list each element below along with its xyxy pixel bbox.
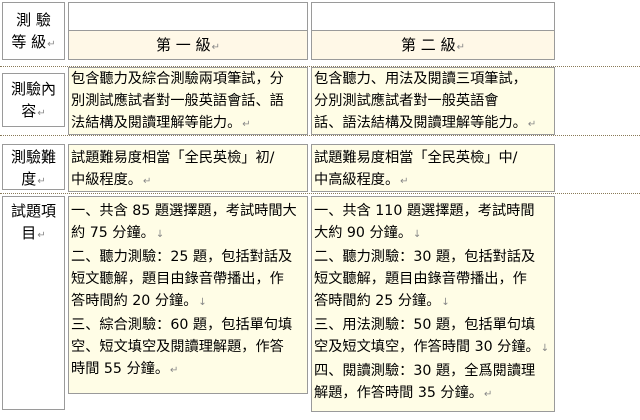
content-label-line1: 測驗內 xyxy=(10,80,56,98)
level2-difficulty-cell: 試題難易度相當「全民英檢」中/ 中高級程度。↵ xyxy=(311,144,555,192)
paragraph-mark: ↵ xyxy=(37,230,46,241)
level2-item-line: 大約 90 分鐘。↓ xyxy=(314,225,422,241)
level2-item-line: 解題，作答時間 35 分鐘。↵ xyxy=(314,385,493,401)
items-label-line1: 試題項 xyxy=(10,202,56,220)
level-label-line2: 等 級↵ xyxy=(11,33,56,51)
level1-item-line: 三、綜合測驗：60 題，包括單句填 xyxy=(71,317,293,333)
items-label-line2: 目↵ xyxy=(21,224,46,242)
level2-header-top xyxy=(311,2,555,30)
level1-items-cell: 一、共含 85 題選擇題，考試時間大 約 75 分鐘。↓ 二、聽力測驗：25 題… xyxy=(68,196,308,394)
level2-content-line: 分別測試應試者對一般英語會 xyxy=(314,93,499,109)
level1-item-line: 答時間約 20 分鐘。↓ xyxy=(71,293,207,309)
level2-content-cell: 包含聽力、用法及閱讀三項筆試， 分別測試應試者對一般英語會 話、語法結構及閱讀理… xyxy=(311,67,555,135)
content-label-cell: 測驗內 容↵ xyxy=(2,73,65,127)
paragraph-mark: ↵ xyxy=(142,176,152,187)
level1-header: 第 一 級 xyxy=(156,36,211,54)
paragraph-mark: ↵ xyxy=(527,119,537,130)
level2-item-line: 短文聽解，題目由錄音帶播出，作 xyxy=(314,271,527,287)
level2-item-line: 空及短文填空，作答時間 30 分鐘。↓ xyxy=(314,339,550,355)
row-separator xyxy=(0,135,640,136)
level1-header-cell: 第 一 級↵ xyxy=(68,30,308,60)
level1-difficulty-line: 中級程度。↵ xyxy=(71,172,152,188)
level1-header-top xyxy=(68,2,308,30)
level2-item-line: 三、用法測驗：50 題，包括單句填 xyxy=(314,317,536,333)
paragraph-mark: ↵ xyxy=(47,39,56,50)
difficulty-label-line2: 度↵ xyxy=(21,170,46,188)
line-break-mark: ↓ xyxy=(155,229,165,240)
level-label-cell: 測 驗 等 級↵ xyxy=(2,2,65,60)
paragraph-mark: ↵ xyxy=(456,42,465,53)
level2-content-line: 包含聽力、用法及閱讀三項筆試， xyxy=(314,71,527,87)
paragraph-mark: ↵ xyxy=(400,176,409,187)
paragraph-mark: ↵ xyxy=(170,365,179,376)
difficulty-label-cell: 測驗難 度↵ xyxy=(2,144,65,190)
paragraph-mark: ↵ xyxy=(242,119,251,130)
level1-item-line: 二、聽力測驗：25 題，包括對話及 xyxy=(71,249,293,265)
level1-content-line: 包含聽力及綜合測驗兩項筆試，分 xyxy=(71,71,284,87)
difficulty-label-line1: 測驗難 xyxy=(10,148,56,166)
line-break-mark: ↓ xyxy=(441,297,450,308)
level1-item-line: 時間 55 分鐘。↵ xyxy=(71,361,179,377)
level2-content-line: 話、語法結構及閱讀理解等能力。↵ xyxy=(314,115,537,131)
content-label-line2: 容↵ xyxy=(21,102,46,120)
level2-item-line: 一、共含 110 題選擇題，考試時間 xyxy=(314,203,535,219)
line-break-mark: ↓ xyxy=(413,229,422,240)
level1-item-line: 空、短文填空及閱讀理解題，作答 xyxy=(71,339,284,355)
paragraph-mark: ↵ xyxy=(37,176,46,187)
level2-difficulty-line: 中高級程度。↵ xyxy=(314,172,409,188)
paragraph-mark: ↵ xyxy=(483,389,493,400)
level1-item-line: 一、共含 85 題選擇題，考試時間大 xyxy=(71,203,297,219)
level2-item-line: 答時間約 25 分鐘。↓ xyxy=(314,293,450,309)
level1-item-line: 短文聽解，題目由錄音帶播出，作 xyxy=(71,271,284,287)
level2-items-cell: 一、共含 110 題選擇題，考試時間 大約 90 分鐘。↓ 二、聽力測驗：30 … xyxy=(311,196,555,412)
level1-item-line: 約 75 分鐘。↓ xyxy=(71,225,165,241)
level2-header: 第 二 級 xyxy=(401,36,456,54)
level1-difficulty-cell: 試題難易度相當「全民英檢」初/ 中級程度。↵ xyxy=(68,144,308,192)
level1-difficulty-line: 試題難易度相當「全民英檢」初/ xyxy=(71,150,275,166)
level1-content-line: 別測試應試者對一般英語會話、語 xyxy=(71,93,284,109)
line-break-mark: ↓ xyxy=(198,297,207,308)
level2-difficulty-line: 試題難易度相當「全民英檢」中/ xyxy=(314,150,518,166)
items-label-cell: 試題項 目↵ xyxy=(2,196,65,410)
paragraph-mark: ↵ xyxy=(211,42,220,53)
line-break-mark: ↓ xyxy=(540,343,550,354)
level-label-line1: 測 驗 xyxy=(16,11,51,29)
level2-item-line: 四、閱讀測驗：30 題，全爲閱讀理 xyxy=(314,363,536,379)
level2-item-line: 二、聽力測驗：30 題，包括對話及 xyxy=(314,249,536,265)
row-separator xyxy=(0,193,640,194)
level1-content-cell: 包含聽力及綜合測驗兩項筆試，分 別測試應試者對一般英語會話、語 法結構及閱讀理解… xyxy=(68,67,308,135)
paragraph-mark: ↵ xyxy=(37,108,46,119)
level2-header-cell: 第 二 級↵ xyxy=(311,30,555,60)
level1-content-line: 法結構及閱讀理解等能力。↵ xyxy=(71,115,251,131)
